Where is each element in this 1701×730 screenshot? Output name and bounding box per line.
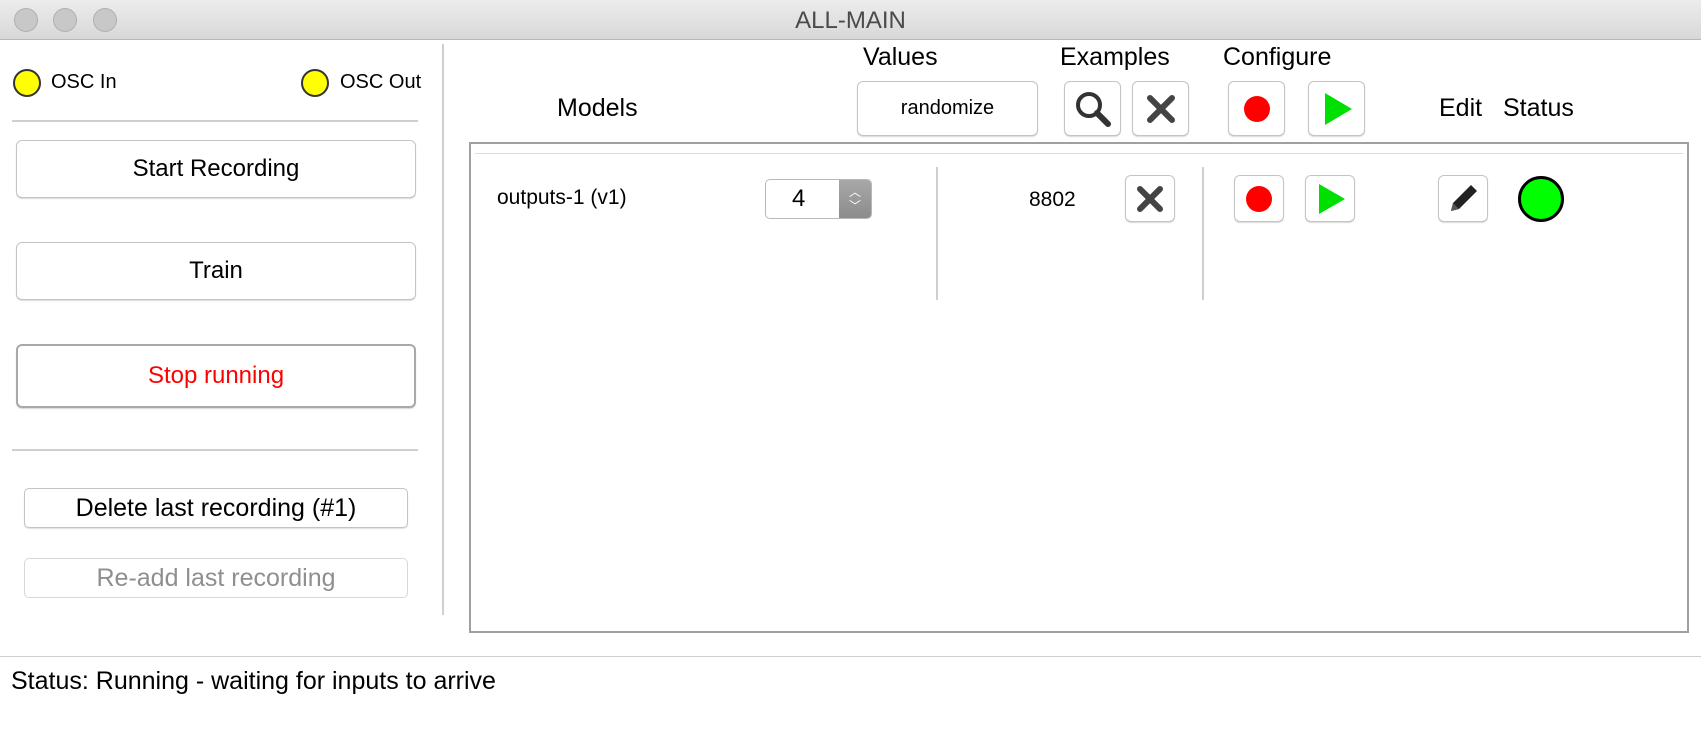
status-header: Status — [1503, 94, 1574, 122]
run-model-button[interactable] — [1305, 175, 1355, 222]
examples-count: 8802 — [1029, 188, 1076, 211]
status-bar-divider — [0, 656, 1701, 657]
edit-pencil-icon — [1451, 184, 1477, 211]
panel-separator — [442, 44, 444, 615]
osc-out-indicator-icon — [301, 69, 329, 97]
record-model-button[interactable] — [1234, 175, 1284, 222]
model-name: outputs-1 (v1) — [497, 186, 627, 209]
main-content: OSC In OSC Out Start Recording Train Sto… — [0, 40, 1701, 730]
search-examples-button[interactable] — [1064, 81, 1121, 136]
start-recording-button[interactable]: Start Recording — [16, 140, 416, 198]
status-bar-text: Status: Running - waiting for inputs to … — [11, 667, 496, 695]
play-icon — [1325, 92, 1352, 125]
edit-header: Edit — [1439, 94, 1483, 122]
left-divider-bottom — [12, 449, 418, 451]
delete-last-recording-button[interactable]: Delete last recording (#1) — [24, 488, 408, 528]
models-header: Models — [557, 94, 638, 122]
record-icon — [1243, 95, 1270, 122]
model-value-spinner[interactable]: 4 ︿ ﹀ — [765, 179, 872, 219]
left-divider-top — [12, 120, 418, 122]
clear-all-examples-button[interactable] — [1132, 81, 1189, 136]
randomize-button[interactable]: randomize — [857, 81, 1038, 136]
examples-header: Examples — [1060, 43, 1170, 71]
spinner-value: 4 — [792, 185, 806, 212]
configure-header: Configure — [1223, 43, 1332, 71]
stop-running-button[interactable]: Stop running — [16, 344, 416, 408]
close-icon — [1146, 94, 1175, 123]
train-button[interactable]: Train — [16, 242, 416, 300]
values-header: Values — [863, 43, 938, 71]
spinner-arrows-icon[interactable]: ︿ ﹀ — [839, 180, 871, 218]
close-icon — [1137, 185, 1163, 212]
models-panel-header-rule — [475, 153, 1683, 154]
edit-model-button[interactable] — [1438, 175, 1488, 222]
run-all-button[interactable] — [1308, 81, 1365, 136]
osc-out-label: OSC Out — [340, 71, 422, 93]
window-titlebar: ALL-MAIN — [0, 0, 1701, 40]
readd-last-recording-button[interactable]: Re-add last recording — [24, 558, 408, 598]
window-title: ALL-MAIN — [795, 7, 906, 34]
model-status-indicator — [1518, 176, 1564, 222]
models-panel — [469, 142, 1689, 633]
record-all-button[interactable] — [1228, 81, 1285, 136]
play-icon — [1319, 183, 1345, 214]
osc-in-indicator-icon — [13, 69, 41, 97]
osc-in-label: OSC In — [51, 71, 117, 93]
row-divider-1 — [936, 167, 938, 300]
record-icon — [1246, 185, 1272, 212]
search-icon — [1075, 91, 1111, 127]
row-divider-2 — [1202, 167, 1204, 300]
delete-model-examples-button[interactable] — [1125, 175, 1175, 222]
